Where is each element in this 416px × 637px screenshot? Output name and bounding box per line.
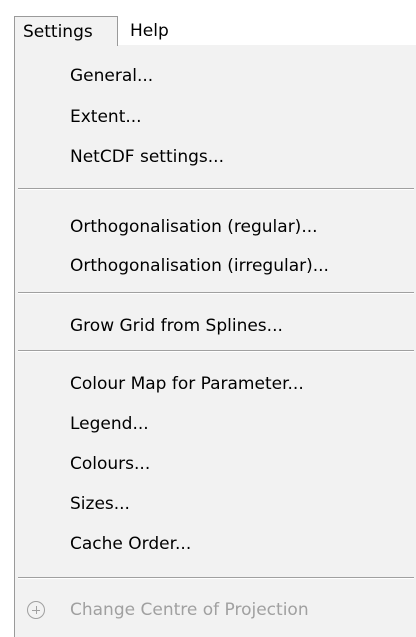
menu-item-general[interactable]: General...: [70, 61, 153, 91]
menu-item-legend[interactable]: Legend...: [70, 409, 149, 439]
menu-item-extent[interactable]: Extent...: [70, 102, 142, 132]
menubar-help[interactable]: Help: [130, 16, 169, 46]
menu-separator: [18, 292, 414, 294]
menu-item-orthogonalisation-regular[interactable]: Orthogonalisation (regular)...: [70, 212, 318, 242]
menu-item-orthogonalisation-irregular[interactable]: Orthogonalisation (irregular)...: [70, 251, 329, 281]
menu-bar: Settings Help: [0, 0, 416, 46]
menu-item-cache-order[interactable]: Cache Order...: [70, 529, 191, 559]
menu-separator: [18, 350, 414, 352]
menu-item-grow-grid-from-splines[interactable]: Grow Grid from Splines...: [70, 311, 283, 341]
menu-separator: [18, 577, 414, 579]
settings-dropdown-menu: General... Extent... NetCDF settings... …: [14, 45, 416, 637]
menu-separator: [18, 188, 414, 190]
menu-item-sizes[interactable]: Sizes...: [70, 489, 130, 519]
menu-item-change-centre-of-projection: Change Centre of Projection: [70, 600, 309, 620]
plus-circle-icon: [27, 601, 45, 619]
menubar-settings[interactable]: Settings: [14, 16, 118, 46]
menu-item-colour-map-for-parameter[interactable]: Colour Map for Parameter...: [70, 369, 304, 399]
menu-item-colours[interactable]: Colours...: [70, 449, 150, 479]
menu-item-netcdf-settings[interactable]: NetCDF settings...: [70, 142, 224, 172]
